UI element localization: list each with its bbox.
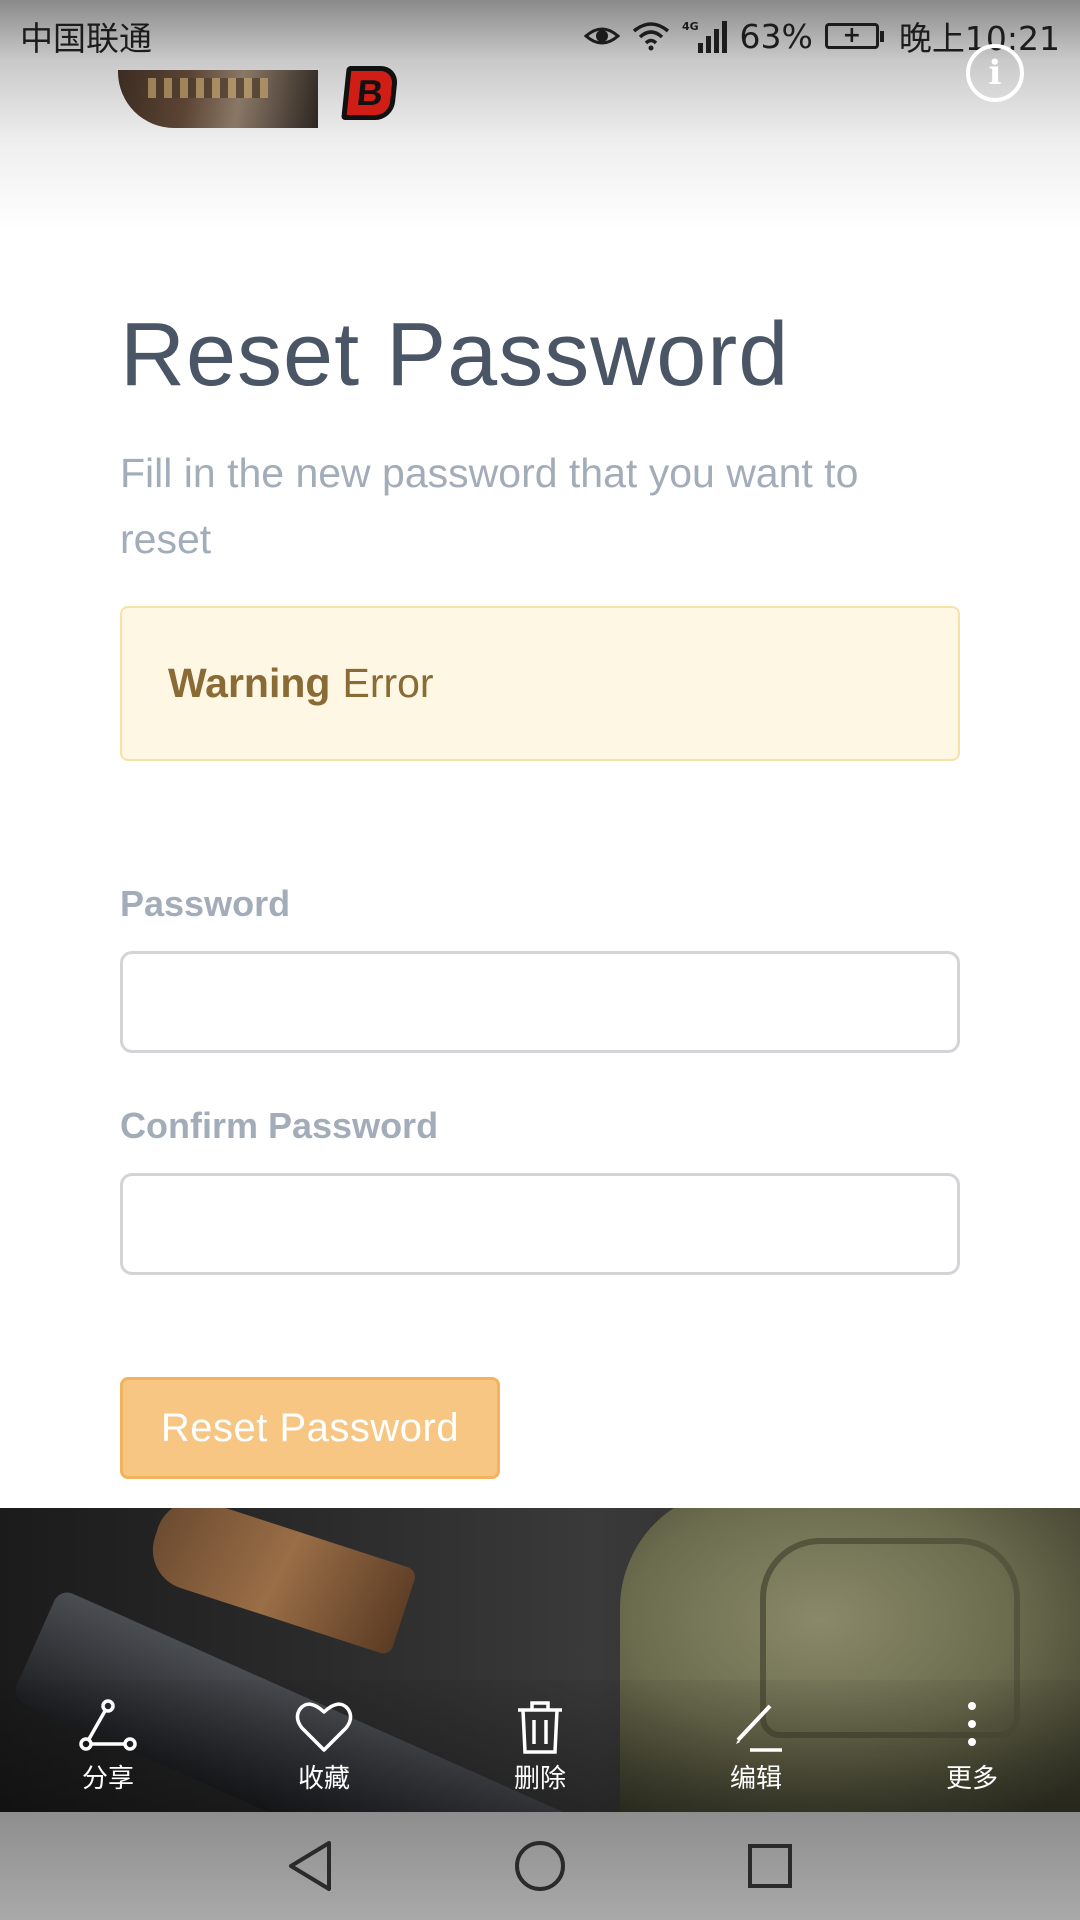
confirm-password-field[interactable] xyxy=(120,1173,960,1275)
password-field[interactable] xyxy=(120,951,960,1053)
toolbar-label: 分享 xyxy=(81,1763,134,1794)
logo-image xyxy=(118,70,318,128)
logo-badge: B xyxy=(341,66,399,120)
battery-icon: + xyxy=(824,23,884,49)
toolbar-label: 更多 xyxy=(945,1763,998,1794)
battery-percent: 63% xyxy=(739,16,813,56)
delete-button[interactable]: 删除 xyxy=(470,1698,610,1795)
reset-password-form: Reset Password Fill in the new password … xyxy=(120,290,960,1479)
home-button[interactable] xyxy=(500,1826,580,1906)
bottom-toolbar: 分享 收藏 删除 编辑 更多 xyxy=(0,1680,1080,1812)
system-navigation-bar xyxy=(0,1812,1080,1920)
screen: B 中国联通 4G 63% + 晚上10:21 i Reset Password… xyxy=(0,0,1080,1920)
recents-button[interactable] xyxy=(730,1826,810,1906)
toolbar-label: 编辑 xyxy=(729,1763,782,1794)
toolbar-label: 删除 xyxy=(513,1763,566,1794)
signal-icon: 4G xyxy=(682,19,728,53)
heart-icon xyxy=(295,1702,353,1752)
trash-icon xyxy=(518,1700,562,1754)
confirm-password-label: Confirm Password xyxy=(120,1105,439,1146)
warning-alert: Warning Error xyxy=(120,606,960,761)
favorite-button[interactable]: 收藏 xyxy=(254,1698,394,1795)
share-button[interactable]: 分享 xyxy=(38,1698,178,1795)
back-button[interactable] xyxy=(270,1826,350,1906)
wifi-icon xyxy=(632,21,670,51)
pencil-icon xyxy=(736,1704,782,1752)
home-circle-icon xyxy=(515,1841,565,1891)
more-button[interactable]: 更多 xyxy=(902,1698,1042,1795)
page-subtitle: Fill in the new password that you want t… xyxy=(120,450,859,562)
share-icon xyxy=(79,1698,137,1751)
recents-square-icon xyxy=(748,1844,792,1888)
photo-rifle-stock xyxy=(142,1508,418,1656)
logo-letter: B xyxy=(354,72,386,113)
carrier-name: 中国联通 xyxy=(20,19,152,58)
alert-title: Warning xyxy=(168,660,331,706)
eye-icon xyxy=(583,23,620,49)
more-vertical-icon xyxy=(968,1701,976,1746)
reset-password-button[interactable]: Reset Password xyxy=(120,1377,500,1479)
edit-button[interactable]: 编辑 xyxy=(686,1698,826,1795)
password-label: Password xyxy=(120,883,291,924)
back-triangle-icon xyxy=(289,1841,331,1891)
info-icon[interactable]: i xyxy=(966,44,1024,102)
alert-message: Error xyxy=(342,660,434,706)
toolbar-label: 收藏 xyxy=(297,1763,350,1794)
status-bar: 中国联通 4G 63% + 晚上10:21 xyxy=(0,0,1080,72)
network-type: 4G xyxy=(682,20,699,33)
page-title: Reset Password xyxy=(120,305,790,405)
